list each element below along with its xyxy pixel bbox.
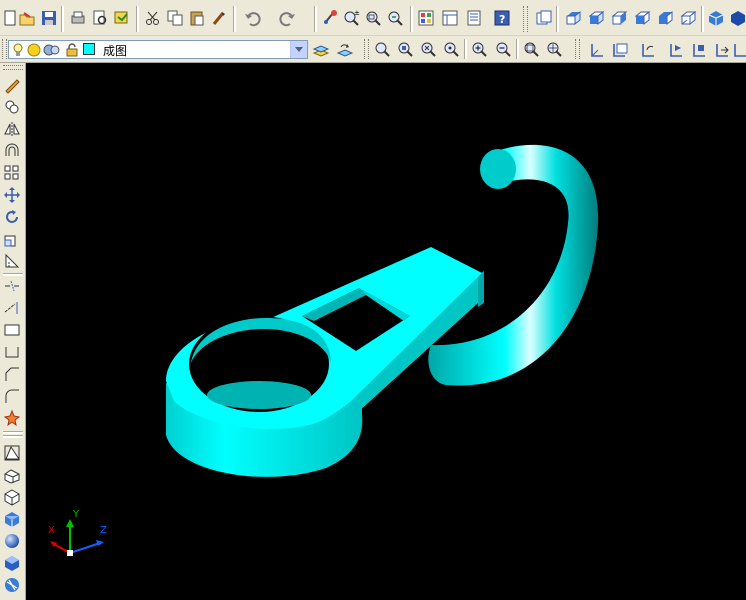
zoom-center-icon[interactable] (442, 40, 462, 60)
box-solid-icon[interactable] (2, 443, 22, 463)
ucs-view-icon[interactable] (712, 40, 732, 60)
break-icon[interactable] (2, 320, 22, 340)
erase-icon[interactable] (2, 75, 22, 95)
scale-icon[interactable] (2, 229, 22, 249)
cut-icon[interactable] (143, 8, 163, 28)
extend-icon[interactable] (2, 298, 22, 318)
modify-toolbar (0, 63, 26, 600)
layer-lock-icon[interactable] (65, 43, 79, 60)
zoom-realtime-icon[interactable]: ± (342, 8, 362, 28)
join-icon[interactable] (2, 342, 22, 362)
current-layer-name: 成图 (103, 44, 128, 58)
shade-solid-icon[interactable] (728, 8, 746, 28)
front-view-icon[interactable] (655, 8, 675, 28)
svg-text:±: ± (354, 9, 360, 17)
array-icon[interactable] (2, 163, 22, 183)
open-icon[interactable] (17, 8, 37, 28)
zoom-in-icon[interactable] (470, 40, 490, 60)
help-icon[interactable]: ? (492, 8, 512, 28)
zoom-previous-icon[interactable] (386, 8, 406, 28)
cylinder-icon[interactable] (2, 553, 22, 573)
layer-on-icon[interactable] (12, 43, 24, 60)
explode-icon[interactable] (2, 408, 22, 428)
sphere-icon[interactable] (2, 531, 22, 551)
wedge-icon[interactable] (2, 465, 22, 485)
z-axis-label: Z (100, 525, 107, 536)
views-icon[interactable] (534, 8, 554, 28)
zoom-out-icon[interactable] (494, 40, 514, 60)
ucs-face-icon[interactable] (666, 40, 686, 60)
chevron-down-icon[interactable] (290, 41, 307, 58)
zoom-scale-icon[interactable] (419, 40, 439, 60)
redo-icon[interactable] (278, 8, 298, 28)
zoom-window-icon[interactable] (364, 8, 384, 28)
publish-icon[interactable] (112, 8, 132, 28)
shaded-box-icon[interactable] (2, 509, 22, 529)
shade-icon[interactable] (706, 8, 726, 28)
save-icon[interactable] (39, 8, 59, 28)
cube-icon[interactable] (2, 487, 22, 507)
pan-icon[interactable] (320, 8, 340, 28)
fillet-icon[interactable] (2, 386, 22, 406)
layer-combo[interactable]: 成图 (8, 40, 308, 59)
x-axis-label: X (48, 525, 55, 536)
drawing-viewport[interactable]: X Y Z (26, 63, 746, 600)
ucs-object-icon[interactable] (689, 40, 709, 60)
ucs-origin-icon[interactable] (730, 40, 746, 60)
trim-icon[interactable] (2, 276, 22, 296)
chamfer-icon[interactable] (2, 364, 22, 384)
layer-previous-icon[interactable] (335, 40, 355, 60)
back-view-icon[interactable] (678, 8, 698, 28)
match-properties-icon[interactable] (209, 8, 229, 28)
ucs-axis-icon: X Y Z (48, 509, 107, 556)
zoom-all-icon[interactable] (522, 40, 542, 60)
3d-hook-model (166, 144, 599, 477)
layer-color-swatch (83, 43, 95, 58)
y-axis-label: Y (72, 509, 80, 520)
zoom-dynamic-icon[interactable] (396, 40, 416, 60)
hook-end-cap (480, 149, 516, 189)
print-preview-icon[interactable] (90, 8, 110, 28)
torus-icon[interactable] (2, 575, 22, 595)
undo-icon[interactable] (242, 8, 262, 28)
layer-manager-icon[interactable] (311, 40, 331, 60)
standard-toolbar: ± ? (0, 0, 746, 36)
zoom-extents-icon[interactable] (545, 40, 565, 60)
svg-text:?: ? (499, 13, 505, 26)
print-icon[interactable] (68, 8, 88, 28)
rotate-icon[interactable] (2, 207, 22, 227)
copy-icon[interactable] (165, 8, 185, 28)
design-center-icon[interactable] (440, 8, 460, 28)
bottom-view-icon[interactable] (586, 8, 606, 28)
ucs-world-icon[interactable] (610, 40, 630, 60)
copy-object-icon[interactable] (2, 97, 22, 117)
layer-viewport-freeze-icon[interactable] (43, 43, 61, 60)
move-icon[interactable] (2, 185, 22, 205)
left-view-icon[interactable] (609, 8, 629, 28)
ucs-previous-icon[interactable] (638, 40, 658, 60)
ucs-icon[interactable] (587, 40, 607, 60)
stretch-icon[interactable] (2, 251, 22, 271)
top-view-icon[interactable] (563, 8, 583, 28)
right-view-icon[interactable] (632, 8, 652, 28)
layer-freeze-icon[interactable] (27, 43, 41, 60)
properties-icon[interactable] (416, 8, 436, 28)
offset-icon[interactable] (2, 141, 22, 161)
mirror-icon[interactable] (2, 119, 22, 139)
zoom-window-icon[interactable] (373, 40, 393, 60)
paste-icon[interactable] (187, 8, 207, 28)
tool-palettes-icon[interactable] (464, 8, 484, 28)
